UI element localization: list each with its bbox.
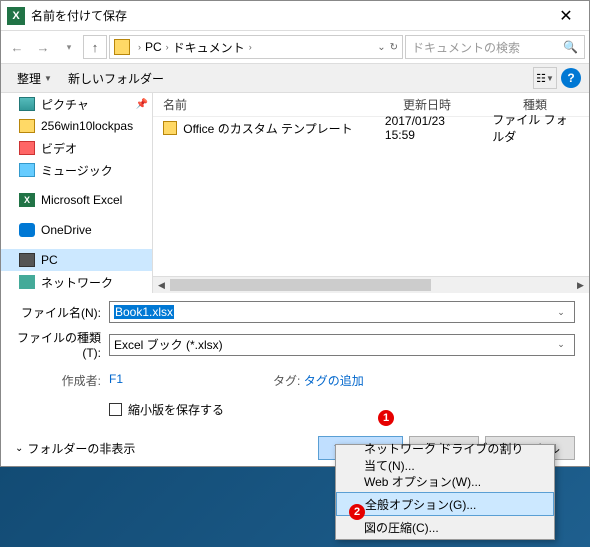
search-placeholder: ドキュメントの検索	[412, 39, 520, 56]
sidebar-item[interactable]: ミュージック	[1, 159, 152, 181]
breadcrumb-root[interactable]: PC	[145, 40, 162, 54]
fold-icon	[19, 119, 35, 133]
sidebar-item[interactable]: PC	[1, 249, 152, 271]
scroll-left-icon[interactable]: ◀	[153, 277, 170, 293]
scroll-right-icon[interactable]: ▶	[572, 277, 589, 293]
help-button[interactable]: ?	[561, 68, 581, 88]
file-row[interactable]: Office のカスタム テンプレート 2017/01/23 15:59 ファイ…	[153, 117, 589, 139]
thumbnail-label: 縮小版を保存する	[128, 401, 224, 418]
chevron-down-icon[interactable]: ⌄	[552, 307, 570, 318]
new-folder-button[interactable]: 新しいフォルダー	[60, 66, 172, 91]
pic-icon	[19, 97, 35, 111]
sidebar-item-label: PC	[41, 253, 58, 267]
back-button[interactable]: ←	[5, 35, 29, 59]
menu-compress-pictures[interactable]: 図の圧縮(C)...	[336, 515, 554, 539]
breadcrumb-controls[interactable]: ⌄↻	[377, 42, 398, 53]
menu-network-drive[interactable]: ネットワーク ドライブの割り当て(N)...	[336, 445, 554, 469]
titlebar: X 名前を付けて保存 ✕	[1, 1, 589, 31]
chevron-icon: ›	[166, 42, 169, 52]
sidebar-item-label: Microsoft Excel	[41, 193, 122, 207]
vid-icon	[19, 141, 35, 155]
thumbnail-checkbox[interactable]	[109, 403, 122, 416]
tools-menu: ネットワーク ドライブの割り当て(N)... Web オプション(W)... 全…	[335, 444, 555, 540]
author-value[interactable]: F1	[109, 372, 123, 389]
col-name[interactable]: 名前	[153, 96, 393, 113]
chevron-icon: ›	[249, 42, 252, 52]
breadcrumb-current[interactable]: ドキュメント	[173, 39, 245, 56]
up-button[interactable]: ↑	[83, 35, 107, 59]
menu-general-options[interactable]: 全般オプション(G)...	[336, 492, 554, 516]
sidebar: ピクチャ 📌256win10lockpas ビデオミュージック X Microsoft …	[1, 93, 153, 293]
sidebar-item[interactable]: ビデオ	[1, 137, 152, 159]
search-input[interactable]: ドキュメントの検索 🔍	[405, 35, 585, 59]
close-button[interactable]: ✕	[543, 1, 589, 31]
chevron-down-icon[interactable]: ⌄	[552, 339, 570, 350]
sidebar-item-label: ミュージック	[41, 162, 113, 179]
net-icon	[19, 275, 35, 289]
filename-label: ファイル名(N):	[15, 304, 109, 321]
pin-icon: 📌	[136, 99, 148, 110]
chevron-down-icon: ⌄	[15, 443, 23, 454]
filetype-select[interactable]: Excel ブック (*.xlsx) ⌄	[109, 334, 575, 356]
dialog-title: 名前を付けて保存	[31, 7, 543, 24]
tags-label: タグ:	[273, 374, 300, 388]
author-label: 作成者:	[15, 372, 109, 389]
sidebar-item-label: OneDrive	[41, 223, 92, 237]
sidebar-item[interactable]: ピクチャ 📌	[1, 93, 152, 115]
sidebar-item[interactable]: OneDrive	[1, 219, 152, 241]
nav-bar: ← → ▾ ↑ › PC › ドキュメント › ⌄↻ ドキュメントの検索 🔍	[1, 31, 589, 63]
folder-icon	[163, 121, 177, 135]
organize-button[interactable]: 整理 ▼	[9, 66, 60, 91]
sidebar-item[interactable]: 256win10lockpas	[1, 115, 152, 137]
annotation-badge-2: 2	[349, 504, 365, 520]
scroll-thumb[interactable]	[170, 279, 431, 291]
view-button[interactable]: ☷▼	[533, 67, 557, 89]
annotation-badge-1: 1	[378, 410, 394, 426]
pc-icon	[114, 39, 130, 55]
sidebar-item[interactable]: ネットワーク	[1, 271, 152, 293]
breadcrumb[interactable]: › PC › ドキュメント › ⌄↻	[109, 35, 403, 59]
chevron-icon: ›	[138, 42, 141, 52]
sidebar-item-label: ネットワーク	[41, 274, 113, 291]
search-icon: 🔍	[563, 40, 578, 54]
sidebar-item-label: ピクチャ	[41, 96, 89, 113]
file-list: 名前 更新日時 種類 Office のカスタム テンプレート 2017/01/2…	[153, 93, 589, 293]
toolbar: 整理 ▼ 新しいフォルダー ☷▼ ?	[1, 63, 589, 93]
sidebar-item[interactable]: X Microsoft Excel	[1, 189, 152, 211]
save-as-dialog: X 名前を付けて保存 ✕ ← → ▾ ↑ › PC › ドキュメント › ⌄↻ …	[0, 0, 590, 467]
recent-dropdown[interactable]: ▾	[57, 35, 81, 59]
chevron-down-icon: ▼	[44, 74, 52, 83]
pc-icon	[19, 253, 35, 267]
sidebar-item-label: 256win10lockpas	[41, 119, 133, 133]
sidebar-item-label: ビデオ	[41, 140, 77, 157]
filetype-label: ファイルの種類(T):	[15, 329, 109, 360]
filename-input[interactable]: Book1.xlsx ⌄	[109, 301, 575, 323]
hide-folders-toggle[interactable]: ⌄ フォルダーの非表示	[15, 440, 135, 457]
forward-button: →	[31, 35, 55, 59]
horizontal-scrollbar[interactable]: ◀ ▶	[153, 276, 589, 293]
od-icon	[19, 223, 35, 237]
tags-value[interactable]: タグの追加	[304, 374, 364, 388]
xl-icon: X	[19, 193, 35, 207]
excel-icon: X	[7, 7, 25, 25]
mus-icon	[19, 163, 35, 177]
